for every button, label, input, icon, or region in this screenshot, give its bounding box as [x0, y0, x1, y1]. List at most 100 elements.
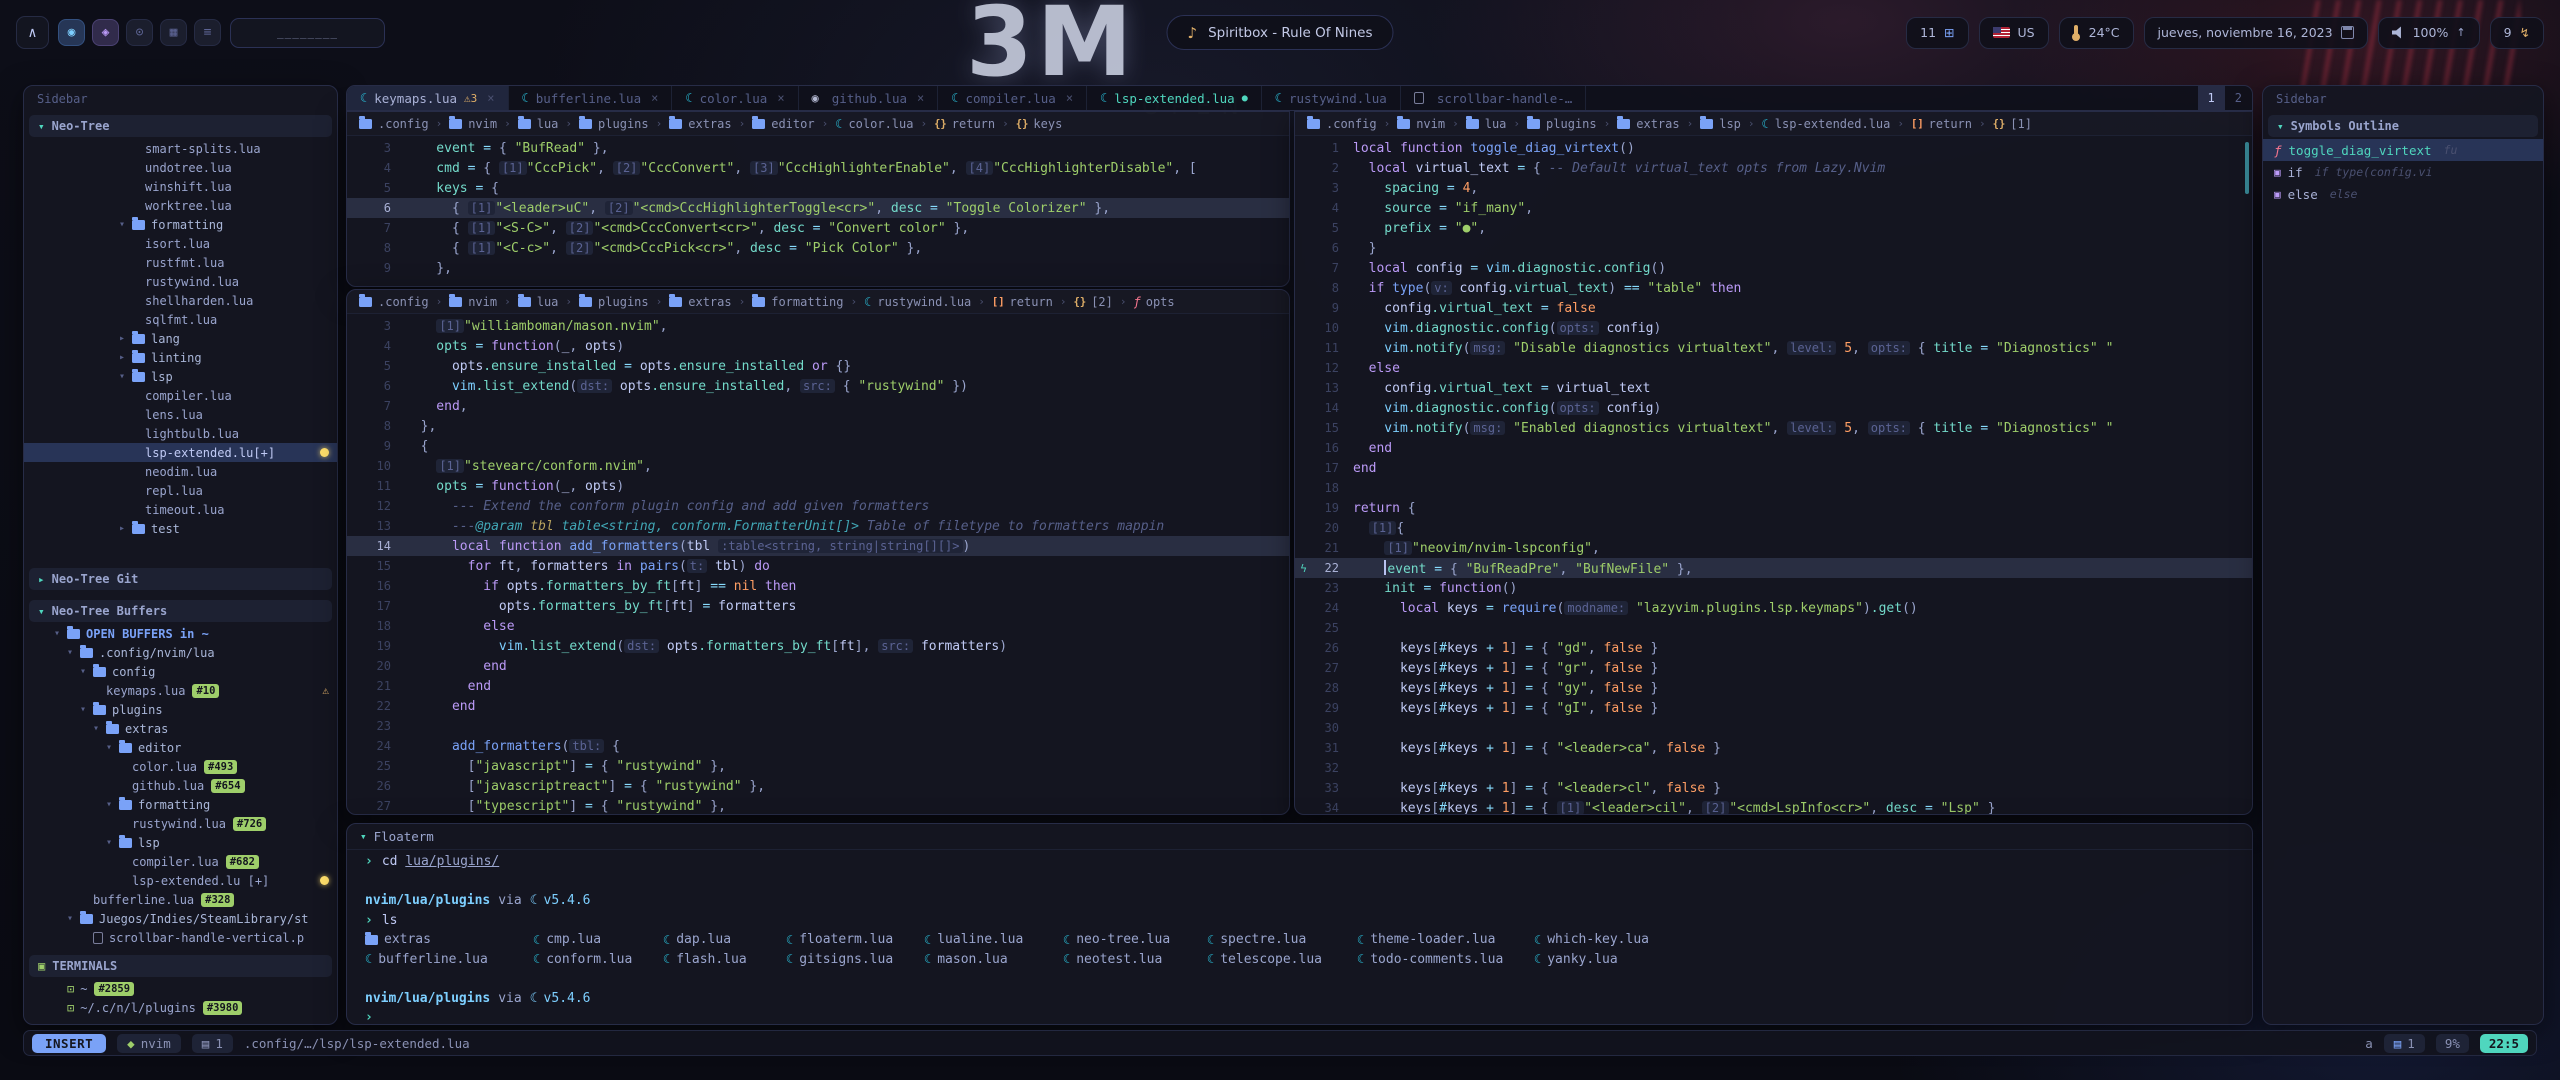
- tree-item-color-lua[interactable]: color.lua#493: [24, 757, 337, 776]
- tree-item-winshift-lua[interactable]: winshift.lua: [24, 177, 337, 196]
- code-line[interactable]: 5 opts.ensure_installed = opts.ensure_in…: [347, 356, 1289, 376]
- neotree-section-header[interactable]: ▾ Neo-Tree: [29, 115, 332, 137]
- tree-item-rustfmt-lua[interactable]: rustfmt.lua: [24, 253, 337, 272]
- code-line[interactable]: 5 prefix = "●",: [1295, 218, 2252, 238]
- code-area[interactable]: 3 event = { "BufRead" },4 cmd = { [1]"Cc…: [347, 136, 1289, 278]
- breadcrumb-item-return[interactable]: []return: [992, 295, 1053, 309]
- code-line[interactable]: ϟ22 event = { "BufReadPre", "BufNewFile"…: [1295, 558, 2252, 578]
- code-line[interactable]: 26 ["javascriptreact"] = { "rustywind" }…: [347, 776, 1289, 796]
- code-line[interactable]: 14 local function add_formatters(tbl :ta…: [347, 536, 1289, 556]
- close-icon[interactable]: ×: [651, 91, 658, 105]
- code-line[interactable]: 20 [1]{: [1295, 518, 2252, 538]
- breadcrumb-item-lsp[interactable]: lsp: [1700, 117, 1741, 131]
- code-line[interactable]: 6 }: [1295, 238, 2252, 258]
- code-line[interactable]: 31 keys[#keys + 1] = { "<leader>ca", fal…: [1295, 738, 2252, 758]
- tree-item-lsp[interactable]: ▾lsp: [24, 367, 337, 386]
- tree-item-undotree-lua[interactable]: undotree.lua: [24, 158, 337, 177]
- keyboard-layout-widget[interactable]: US: [1979, 17, 2049, 49]
- code-line[interactable]: 9 config.virtual_text = false: [1295, 298, 2252, 318]
- breadcrumb-item-config[interactable]: .config: [359, 117, 429, 131]
- code-line[interactable]: 3 event = { "BufRead" },: [347, 138, 1289, 158]
- code-line[interactable]: 16 end: [1295, 438, 2252, 458]
- updates-widget[interactable]: 11 ⊞: [1906, 17, 1968, 49]
- tree-item-neodim-lua[interactable]: neodim.lua: [24, 462, 337, 481]
- tree-item-lsp-extended-lu[interactable]: lsp-extended.lu[+]: [24, 443, 337, 462]
- tree-item-config-nvim-lua[interactable]: ▾.config/nvim/lua: [24, 643, 337, 662]
- breadcrumb-item-return[interactable]: []return: [1911, 117, 1972, 131]
- tree-item-worktree-lua[interactable]: worktree.lua: [24, 196, 337, 215]
- date-widget[interactable]: jueves, noviembre 16, 2023: [2144, 17, 2368, 49]
- tree-item-smart-splits-lua[interactable]: smart-splits.lua: [24, 139, 337, 158]
- symbol-else[interactable]: ▣elseelse: [2263, 183, 2543, 205]
- code-line[interactable]: 20 end: [347, 656, 1289, 676]
- breadcrumb-item-config[interactable]: .config: [359, 295, 429, 309]
- tree-item-plugins[interactable]: ▾plugins: [24, 700, 337, 719]
- breadcrumb-item-rustywind-lua[interactable]: ☾rustywind.lua: [864, 295, 971, 309]
- tree-item-isort-lua[interactable]: isort.lua: [24, 234, 337, 253]
- code-line[interactable]: 5 keys = {: [347, 178, 1289, 198]
- tab-lsp-extended-lua[interactable]: ☾lsp-extended.lua●: [1087, 86, 1262, 110]
- code-line[interactable]: 22 end: [347, 696, 1289, 716]
- code-line[interactable]: 15 vim.notify(msg: "Enabled diagnostics …: [1295, 418, 2252, 438]
- tree-item-lsp-extended-lu[interactable]: lsp-extended.lu [+]: [24, 871, 337, 890]
- symbol-toggle-diag-virtext[interactable]: ƒtoggle_diag_virtextfu: [2263, 139, 2543, 161]
- code-line[interactable]: 3 [1]"williamboman/mason.nvim",: [347, 316, 1289, 336]
- tab-color-lua[interactable]: ☾color.lua×: [672, 86, 798, 110]
- tree-item-formatting[interactable]: ▾formatting: [24, 795, 337, 814]
- tree-item-compiler-lua[interactable]: compiler.lua#682: [24, 852, 337, 871]
- tree-item-test[interactable]: ▸test: [24, 519, 337, 538]
- code-line[interactable]: 27 ["typescript"] = { "rustywind" },: [347, 796, 1289, 815]
- code-line[interactable]: 34 keys[#keys + 1] = { [1]"<leader>cil",…: [1295, 798, 2252, 815]
- code-area[interactable]: 1local function toggle_diag_virtext()2 l…: [1295, 136, 2252, 815]
- breadcrumb-item-keys[interactable]: {}keys: [1016, 117, 1063, 131]
- breadcrumb-item-color-lua[interactable]: ☾color.lua: [835, 117, 913, 131]
- code-line[interactable]: 12 else: [1295, 358, 2252, 378]
- tree-item-repl-lua[interactable]: repl.lua: [24, 481, 337, 500]
- tree-item-formatting[interactable]: ▾formatting: [24, 215, 337, 234]
- code-line[interactable]: 21 [1]"neovim/nvim-lspconfig",: [1295, 538, 2252, 558]
- code-line[interactable]: 6 vim.list_extend(dst: opts.ensure_insta…: [347, 376, 1289, 396]
- breadcrumb-item-return[interactable]: {}return: [934, 117, 995, 131]
- workspace-button-2[interactable]: ◈: [92, 19, 119, 46]
- close-icon[interactable]: ×: [1066, 91, 1073, 105]
- tree-item-config[interactable]: ▾config: [24, 662, 337, 681]
- neotree-buffers-section-header[interactable]: ▾ Neo-Tree Buffers: [29, 600, 332, 622]
- tab-bufferline-lua[interactable]: ☾bufferline.lua×: [509, 86, 673, 110]
- code-area[interactable]: 3 [1]"williamboman/mason.nvim",4 opts = …: [347, 314, 1289, 815]
- code-line[interactable]: 15 for ft, formatters in pairs(t: tbl) d…: [347, 556, 1289, 576]
- code-line[interactable]: 8 if type(v: config.virtual_text) == "ta…: [1295, 278, 2252, 298]
- tabpage-2[interactable]: 2: [2225, 86, 2252, 110]
- code-line[interactable]: 27 keys[#keys + 1] = { "gr", false }: [1295, 658, 2252, 678]
- code-line[interactable]: 30: [1295, 718, 2252, 738]
- breadcrumb-item-1[interactable]: {}[1]: [1993, 117, 2032, 131]
- breadcrumb-item-extras[interactable]: extras: [669, 295, 731, 309]
- tab-github-lua[interactable]: ◉github.lua×: [799, 86, 939, 110]
- code-line[interactable]: 11 opts = function(_, opts): [347, 476, 1289, 496]
- code-line[interactable]: 29 keys[#keys + 1] = { "gI", false }: [1295, 698, 2252, 718]
- code-line[interactable]: 16 if opts.formatters_by_ft[ft] == nil t…: [347, 576, 1289, 596]
- tree-item-shellharden-lua[interactable]: shellharden.lua: [24, 291, 337, 310]
- workspace-button-1[interactable]: ◉: [58, 19, 85, 46]
- code-line[interactable]: 1local function toggle_diag_virtext(): [1295, 138, 2252, 158]
- code-line[interactable]: 28 keys[#keys + 1] = { "gy", false }: [1295, 678, 2252, 698]
- breadcrumb-item-formatting[interactable]: formatting: [752, 295, 843, 309]
- tree-item-bufferline-lua[interactable]: bufferline.lua#328: [24, 890, 337, 909]
- tree-item-compiler-lua[interactable]: compiler.lua: [24, 386, 337, 405]
- breadcrumb-item-nvim[interactable]: nvim: [1397, 117, 1445, 131]
- tree-item-rustywind-lua[interactable]: rustywind.lua: [24, 272, 337, 291]
- volume-widget[interactable]: 100% ↑: [2378, 17, 2480, 49]
- code-line[interactable]: 4 source = "if_many",: [1295, 198, 2252, 218]
- terminals-section-header[interactable]: ▣ TERMINALS: [29, 955, 332, 977]
- tree-item-extras[interactable]: ▾extras: [24, 719, 337, 738]
- tree-item-timeout-lua[interactable]: timeout.lua: [24, 500, 337, 519]
- code-line[interactable]: 4 cmd = { [1]"CccPick", [2]"CccConvert",…: [347, 158, 1289, 178]
- close-icon[interactable]: ×: [777, 91, 784, 105]
- code-line[interactable]: 8 },: [347, 416, 1289, 436]
- code-line[interactable]: 23 init = function(): [1295, 578, 2252, 598]
- code-line[interactable]: 25: [1295, 618, 2252, 638]
- code-line[interactable]: 11 vim.notify(msg: "Disable diagnostics …: [1295, 338, 2252, 358]
- tab-compiler-lua[interactable]: ☾compiler.lua×: [938, 86, 1087, 110]
- code-line[interactable]: 10 [1]"stevearc/conform.nvim",: [347, 456, 1289, 476]
- code-line[interactable]: 4 opts = function(_, opts): [347, 336, 1289, 356]
- code-line[interactable]: 26 keys[#keys + 1] = { "gd", false }: [1295, 638, 2252, 658]
